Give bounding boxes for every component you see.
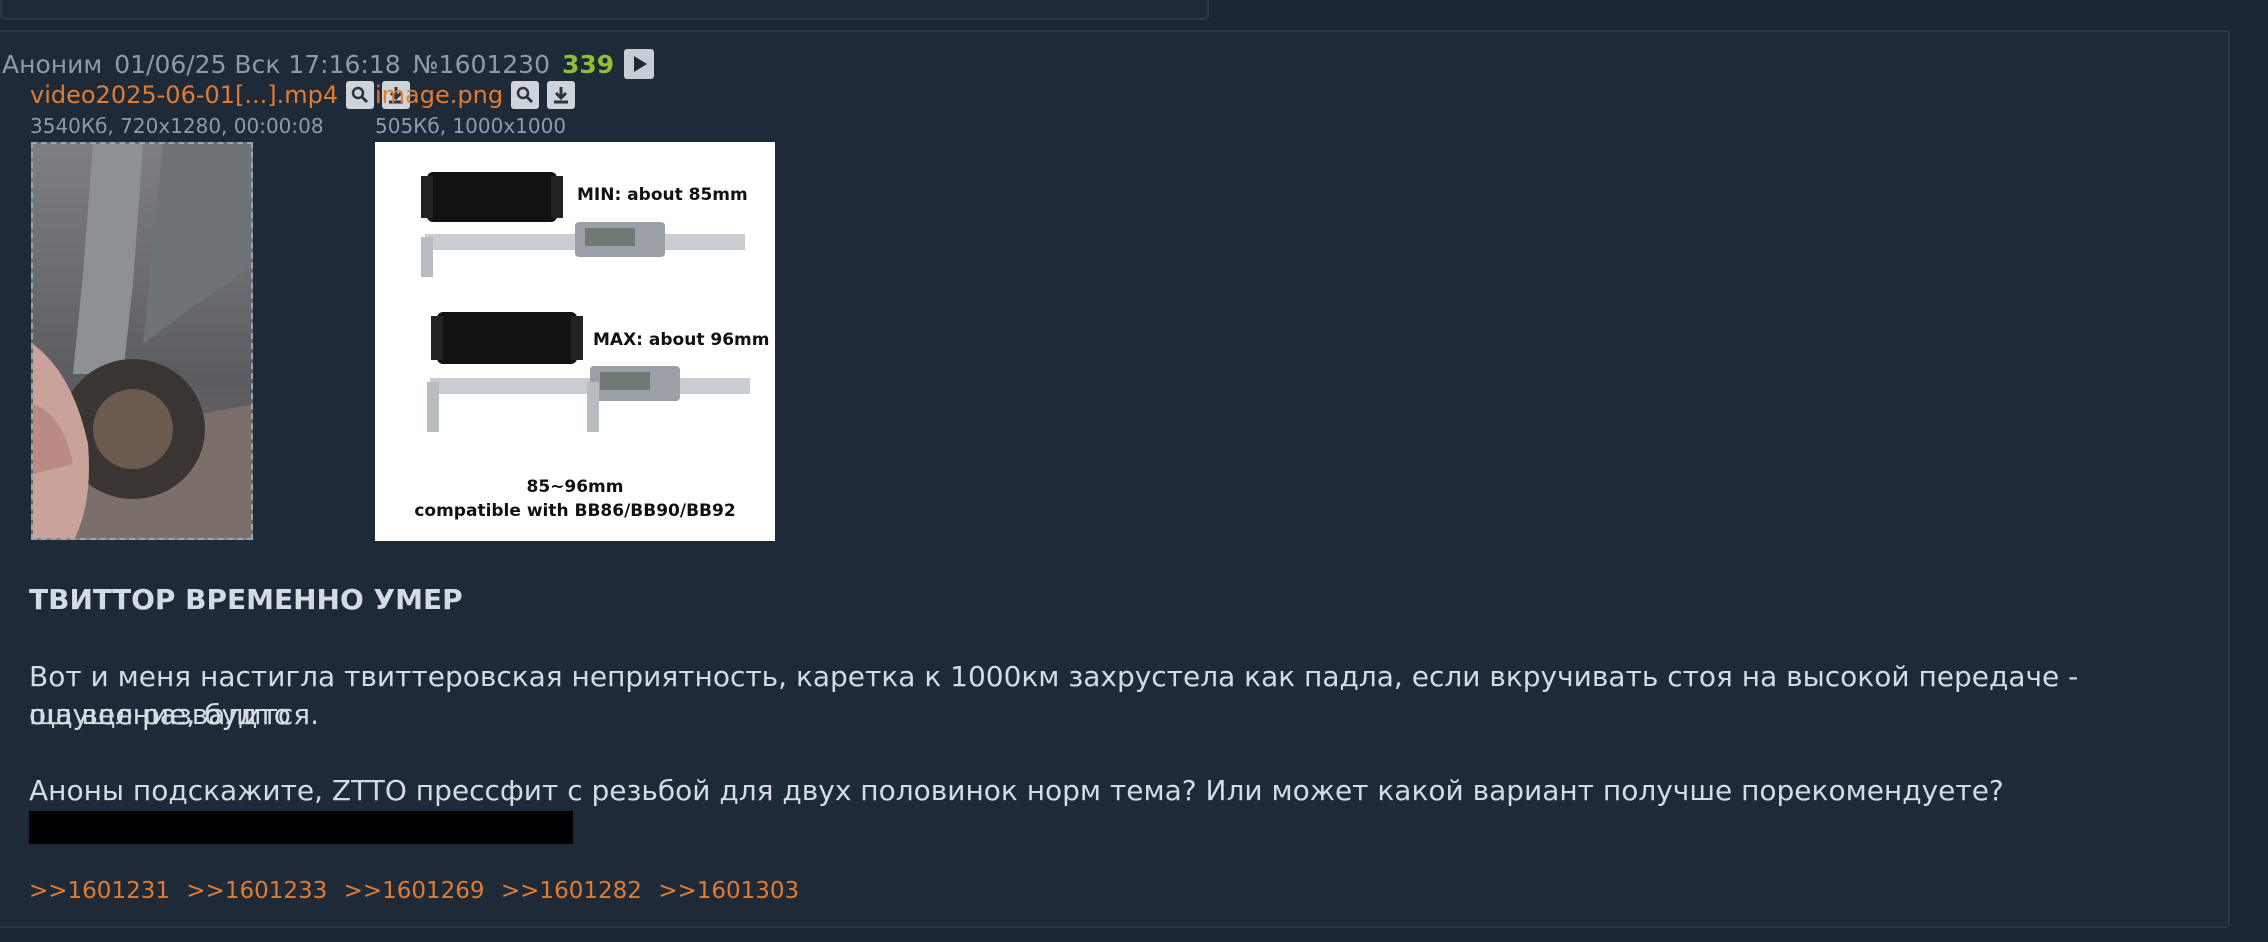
reply-link[interactable]: >>1601269 — [344, 878, 485, 904]
file-meta: 3540Кб, 720x1280, 00:00:08 — [30, 114, 324, 138]
previous-post — [0, 0, 1209, 20]
post-title: ТВИТТОР ВРЕМЕННО УМЕР — [29, 583, 463, 616]
search-icon[interactable] — [346, 81, 375, 109]
reply-link[interactable]: >>1601231 — [29, 878, 170, 904]
download-icon[interactable] — [547, 81, 576, 109]
video-thumbnail[interactable] — [31, 142, 253, 540]
replies-list: >>1601231 >>1601233 >>1601269 >>1601282 … — [29, 878, 808, 904]
image-max-label: MAX: about 96mm — [593, 330, 769, 350]
reply-link[interactable]: >>1601233 — [186, 878, 327, 904]
spoiler-block[interactable] — [29, 811, 573, 844]
post-author: Аноним — [2, 49, 103, 79]
reply-link[interactable]: >>1601303 — [658, 878, 799, 904]
search-icon[interactable] — [511, 81, 540, 109]
file-video: video2025-06-01[...].mp4 3540Кб, 720x128… — [30, 78, 418, 138]
image-thumbnail[interactable]: MIN: about 85mm MAX: about 96mm 85~96mm … — [375, 142, 775, 541]
post-text-line: Аноны подскажите, ZTTO прессфит с резьбо… — [29, 774, 2004, 807]
reply-count: 339 — [562, 49, 615, 79]
image-range-label: 85~96mm — [527, 477, 624, 497]
post-number[interactable]: №1601230 — [413, 50, 550, 79]
reply-link[interactable]: >>1601282 — [501, 878, 642, 904]
play-icon[interactable] — [624, 49, 655, 79]
file-image: image.png 505Кб, 1000x1000 — [375, 78, 583, 138]
image-compat-label: compatible with BB86/BB90/BB92 — [414, 501, 735, 521]
image-min-label: MIN: about 85mm — [577, 185, 748, 205]
post-text-line: ща вел развалится. — [29, 698, 319, 731]
file-meta: 505Кб, 1000x1000 — [375, 114, 567, 138]
file-name-link[interactable]: video2025-06-01[...].mp4 — [30, 81, 338, 109]
post-date: 01/06/25 Вск 17:16:18 — [114, 49, 401, 79]
file-name-link[interactable]: image.png — [375, 81, 503, 109]
